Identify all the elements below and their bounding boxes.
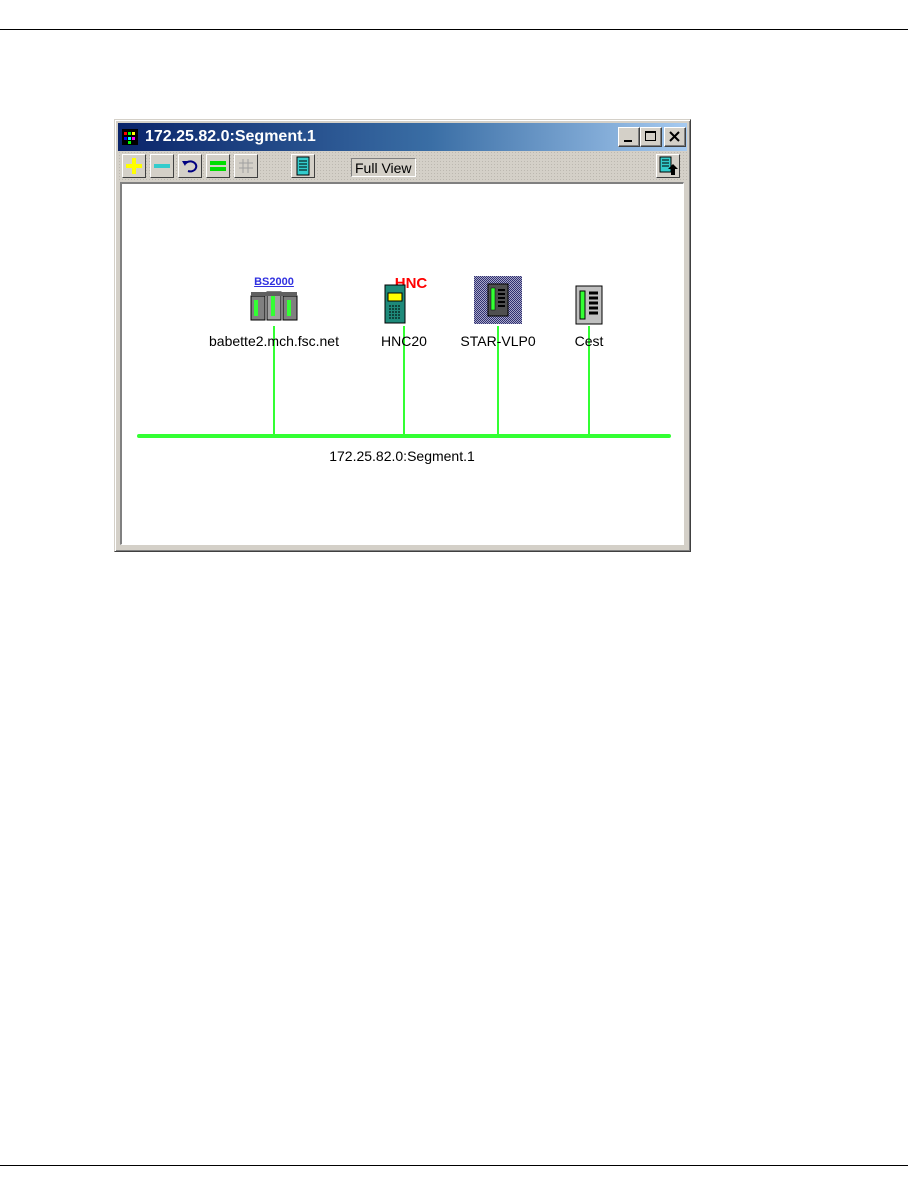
node-label[interactable]: STAR-VLP0	[460, 333, 535, 349]
hnc-device-icon[interactable]	[384, 284, 406, 329]
maximize-button[interactable]	[640, 127, 662, 147]
minimize-button[interactable]	[618, 127, 640, 147]
zoom-in-button[interactable]	[122, 154, 146, 178]
segment-label[interactable]: 172.25.82.0:Segment.1	[329, 448, 475, 464]
node-label[interactable]: HNC20	[381, 333, 427, 349]
window-title: 172.25.82.0:Segment.1	[145, 128, 316, 145]
list-icon	[296, 156, 310, 176]
page-header-rule	[0, 29, 908, 30]
node-label[interactable]: Cest	[575, 333, 604, 349]
segment-window: 172.25.82.0:Segment.1 Full View BS2000 b…	[114, 119, 691, 552]
close-icon	[669, 131, 680, 142]
zoom-out-button[interactable]	[150, 154, 174, 178]
bs2000-badge: BS2000	[254, 276, 294, 288]
plus-icon	[126, 158, 142, 174]
server-cluster-icon[interactable]	[249, 288, 299, 327]
list-view-button[interactable]	[291, 154, 315, 178]
close-button[interactable]	[664, 127, 686, 147]
app-icon[interactable]	[122, 129, 138, 145]
maximize-icon	[645, 131, 656, 141]
export-button[interactable]	[656, 154, 680, 178]
view-mode-label[interactable]: Full View	[351, 158, 416, 177]
undo-arrow-icon	[182, 160, 198, 173]
star-vlp-device-icon[interactable]	[474, 276, 522, 329]
undo-button[interactable]	[178, 154, 202, 178]
network-map-canvas: BS2000 babette2.mch.fsc.net HNC HNC20 ST…	[120, 182, 684, 545]
toolbar: Full View	[118, 151, 687, 181]
grid-button[interactable]	[234, 154, 258, 178]
grid-icon	[239, 159, 253, 173]
equals-icon	[210, 161, 226, 171]
export-icon	[659, 156, 678, 175]
minus-icon	[154, 164, 170, 168]
equal-button[interactable]	[206, 154, 230, 178]
generic-device-icon[interactable]	[575, 285, 603, 330]
title-bar[interactable]: 172.25.82.0:Segment.1	[118, 123, 687, 151]
page-footer-rule	[0, 1165, 908, 1166]
node-label[interactable]: babette2.mch.fsc.net	[209, 333, 339, 349]
minimize-icon	[624, 140, 632, 142]
